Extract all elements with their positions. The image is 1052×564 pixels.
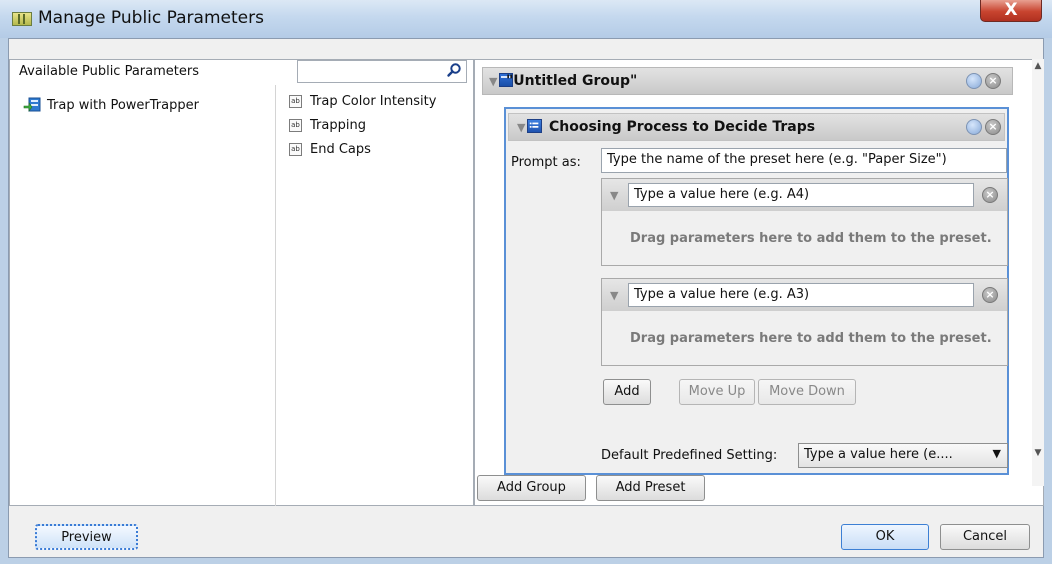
- parameter-item-trapping[interactable]: ab Trapping: [289, 118, 366, 133]
- add-value-button[interactable]: Add: [603, 379, 651, 405]
- text-field-icon: ab: [289, 95, 302, 108]
- preset-value-input[interactable]: Type a value here (e.g. A4): [628, 183, 974, 207]
- add-group-button[interactable]: Add Group: [477, 475, 586, 501]
- search-input[interactable]: [297, 60, 467, 83]
- move-down-button[interactable]: Move Down: [758, 379, 856, 405]
- parameter-item-label: Trapping: [310, 118, 366, 133]
- collapse-triangle-icon[interactable]: ▼: [517, 121, 525, 134]
- dropdown-arrow-icon: ▼: [992, 447, 1001, 460]
- app-icon: [12, 12, 32, 26]
- available-parameters-panel: [9, 59, 474, 506]
- parameter-item-label: End Caps: [310, 142, 371, 157]
- default-predefined-setting-label: Default Predefined Setting:: [601, 448, 778, 463]
- preset-title: Choosing Process to Decide Traps: [549, 119, 816, 135]
- scroll-down-arrow-icon[interactable]: ▼: [1032, 448, 1044, 460]
- collapse-triangle-icon[interactable]: ▼: [610, 289, 618, 302]
- delete-group-icon[interactable]: ×: [985, 73, 1001, 89]
- parameter-item-label: Trap Color Intensity: [310, 94, 437, 109]
- cancel-button[interactable]: Cancel: [940, 524, 1030, 550]
- group-title: "Untitled Group": [506, 73, 638, 89]
- vertical-scrollbar[interactable]: [1032, 59, 1044, 486]
- delete-value-icon[interactable]: ×: [982, 187, 998, 203]
- parameter-item-trap-color-intensity[interactable]: ab Trap Color Intensity: [289, 94, 436, 109]
- default-predefined-setting-select[interactable]: Type a value here (e.... ▼: [798, 443, 1008, 468]
- search-icon[interactable]: [446, 62, 462, 78]
- available-parameters-header: Available Public Parameters: [19, 64, 199, 79]
- default-predefined-setting-value: Type a value here (e....: [804, 447, 953, 462]
- move-up-button[interactable]: Move Up: [679, 379, 755, 405]
- prompt-as-input[interactable]: Type the name of the preset here (e.g. "…: [601, 148, 1007, 173]
- template-item-label: Trap with PowerTrapper: [47, 97, 199, 113]
- edit-preset-icon[interactable]: [966, 119, 982, 135]
- ok-button[interactable]: OK: [841, 524, 929, 550]
- drag-parameters-hint: Drag parameters here to add them to the …: [630, 231, 992, 246]
- preview-button[interactable]: Preview: [35, 524, 138, 550]
- dialog-body: Available Public Parameters Trap with Po…: [8, 38, 1044, 558]
- collapse-triangle-icon[interactable]: ▼: [489, 75, 497, 88]
- workflow-template-icon: [23, 97, 41, 112]
- delete-value-icon[interactable]: ×: [982, 287, 998, 303]
- preset-value-box: ▼ Type a value here (e.g. A4) × Drag par…: [601, 178, 1008, 266]
- parameter-item-end-caps[interactable]: ab End Caps: [289, 142, 371, 157]
- delete-preset-icon[interactable]: ×: [985, 119, 1001, 135]
- close-button[interactable]: X: [980, 0, 1042, 22]
- drag-parameters-hint: Drag parameters here to add them to the …: [630, 331, 992, 346]
- text-field-icon: ab: [289, 143, 302, 156]
- preset-icon: [527, 119, 542, 133]
- preset-value-box: ▼ Type a value here (e.g. A3) × Drag par…: [601, 278, 1008, 366]
- column-divider: [275, 85, 276, 506]
- scroll-up-arrow-icon[interactable]: ▲: [1032, 61, 1044, 73]
- preset-value-input[interactable]: Type a value here (e.g. A3): [628, 283, 974, 307]
- template-item-trap-with-powertrapper[interactable]: Trap with PowerTrapper: [23, 97, 199, 113]
- prompt-as-label: Prompt as:: [511, 155, 581, 170]
- collapse-triangle-icon[interactable]: ▼: [610, 189, 618, 202]
- text-field-icon: ab: [289, 119, 302, 132]
- window-title: Manage Public Parameters: [38, 8, 264, 28]
- edit-group-icon[interactable]: [966, 73, 982, 89]
- add-preset-button[interactable]: Add Preset: [596, 475, 705, 501]
